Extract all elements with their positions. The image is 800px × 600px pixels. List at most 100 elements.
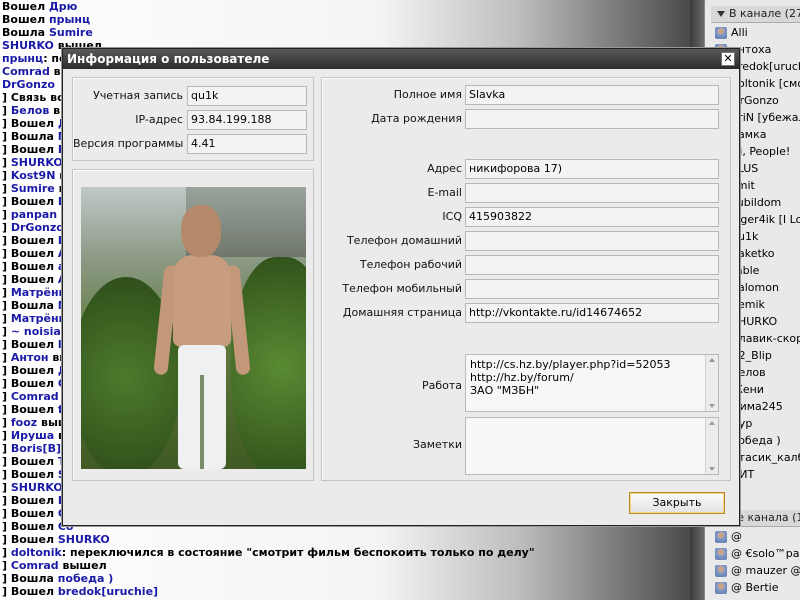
phone-home-label: Телефон домашний (346, 234, 462, 247)
user-list-item[interactable]: @ €solo™pa (715, 545, 800, 562)
close-button[interactable]: Закрыть (629, 492, 725, 514)
chat-nick[interactable]: Kost9N (11, 169, 56, 182)
chat-text: ] (2, 390, 11, 403)
phone-mobile-label: Телефон мобильный (342, 282, 462, 295)
user-list-item[interactable]: Alli (715, 24, 800, 41)
chat-text: ] Вошла (2, 572, 58, 585)
work-label: Работа (421, 379, 462, 392)
chat-nick[interactable]: Sumire (11, 182, 55, 195)
notes-label: Заметки (412, 438, 462, 451)
icq-field[interactable]: 415903822 (465, 207, 719, 227)
chat-nick[interactable]: Дрю (49, 0, 77, 13)
user-list-item[interactable]: @ (715, 528, 800, 545)
work-scrollbar[interactable] (705, 355, 718, 411)
chat-nick[interactable]: Comrad (2, 65, 50, 78)
user-avatar-icon (715, 565, 727, 577)
chat-nick[interactable]: SHURKO (11, 156, 63, 169)
chat-nick[interactable]: DrGonzo (11, 221, 64, 234)
chat-text: ] Вошел (2, 234, 58, 247)
chat-nick[interactable]: Sumire (49, 26, 93, 39)
chat-text: ] (2, 481, 11, 494)
close-icon[interactable]: ✕ (721, 52, 735, 66)
chat-text: ] Вошел (2, 455, 58, 468)
phone-mobile-field[interactable] (465, 279, 719, 299)
address-field[interactable]: никифорова 17) (465, 159, 719, 179)
chat-nick[interactable]: doltonik (11, 546, 62, 559)
user-list-item[interactable]: @ Bertie (715, 579, 800, 596)
chat-text: ] (2, 156, 11, 169)
scroll-up-icon[interactable] (709, 358, 715, 362)
chat-text: ] (2, 429, 11, 442)
chat-nick[interactable]: bredok[uruchie] (58, 585, 158, 598)
chat-text: Вошел (2, 0, 49, 13)
chat-text: Вошла (2, 26, 49, 39)
address-label: Адрес (427, 162, 462, 175)
homepage-label: Домашняя страница (342, 306, 462, 319)
full-name-field[interactable]: Slavka (465, 85, 719, 105)
chat-text: ] Вошел (2, 403, 58, 416)
chat-line: ] Вошел bredok[uruchie] (0, 585, 690, 598)
chat-text: ] (2, 325, 11, 338)
birth-date-field[interactable] (465, 109, 719, 129)
notes-scrollbar[interactable] (705, 418, 718, 474)
chat-nick[interactable]: DrGonzo (2, 78, 55, 91)
out-channel-list: @ @ €solo™pa @ mauzer @ @ Bertie (715, 528, 800, 596)
email-label: E-mail (427, 186, 463, 199)
chat-nick[interactable]: Comrad (11, 390, 59, 403)
chat-text: ] Вошел (2, 377, 58, 390)
chat-text: ] Вошел (2, 260, 58, 273)
chat-nick[interactable]: SHURKO (2, 39, 54, 52)
chat-line: ] Comrad вышел (0, 559, 690, 572)
phone-home-field[interactable] (465, 231, 719, 251)
scroll-down-icon[interactable] (709, 404, 715, 408)
user-avatar-icon (715, 582, 727, 594)
ip-label: IP-адрес (135, 113, 183, 126)
version-label: Версия программы (73, 137, 184, 150)
chat-text: ] (2, 351, 11, 364)
user-name: @ €solo™pa (731, 547, 800, 560)
version-field[interactable]: 4.41 (187, 134, 307, 154)
account-label: Учетная запись (93, 89, 183, 102)
chat-text: ] Вошел (2, 247, 58, 260)
chat-text: ] Вошел (2, 520, 58, 533)
dialog-titlebar[interactable]: Информация о пользователе ✕ (63, 49, 739, 69)
phone-work-label: Телефон рабочий (359, 258, 462, 271)
chat-text: Вошел (2, 13, 49, 26)
chat-text: ] (2, 312, 11, 325)
collapse-triangle-icon (717, 11, 725, 17)
chat-nick[interactable]: ~ noisia (11, 325, 61, 338)
chat-nick[interactable]: победа ) (58, 572, 113, 585)
user-name: Alli (731, 26, 748, 39)
scroll-up-icon[interactable] (709, 421, 715, 425)
chat-nick[interactable]: panpan (11, 208, 57, 221)
chat-nick[interactable]: прынц (2, 52, 43, 65)
chat-nick[interactable]: Матрёнк (11, 286, 66, 299)
scroll-down-icon[interactable] (709, 467, 715, 471)
chat-nick[interactable]: прынц (49, 13, 90, 26)
chat-text: ] Вошел (2, 585, 58, 598)
chat-nick[interactable]: Матрёнк (11, 312, 66, 325)
email-field[interactable] (465, 183, 719, 203)
in-channel-header[interactable]: В канале (27) (711, 6, 800, 23)
chat-nick[interactable]: fooz (11, 416, 37, 429)
chat-nick[interactable]: Ируша (11, 429, 54, 442)
chat-nick[interactable]: Boris[B] (11, 442, 61, 455)
account-field[interactable]: qu1k (187, 86, 307, 106)
chat-text: ] Вошел (2, 468, 58, 481)
chat-text: ] (2, 442, 11, 455)
chat-nick[interactable]: SHURKO (11, 481, 63, 494)
chat-nick[interactable]: Comrad (11, 559, 59, 572)
notes-textarea[interactable] (465, 417, 719, 475)
chat-line: ] doltonik: переключился в состояние "см… (0, 546, 690, 559)
user-list-item[interactable]: @ mauzer @ (715, 562, 800, 579)
user-name: Стасик_калб (731, 451, 800, 464)
work-textarea[interactable]: http://cs.hz.by/player.php?id=52053 http… (465, 354, 719, 412)
user-name: Славик-скоро (731, 332, 800, 345)
homepage-field[interactable]: http://vkontakte.ru/id14674652 (465, 303, 719, 323)
ip-field[interactable]: 93.84.199.188 (187, 110, 307, 130)
chat-nick[interactable]: Антон (11, 351, 49, 364)
chat-text: ] Вошел (2, 117, 58, 130)
chat-nick[interactable]: SHURKO (58, 533, 110, 546)
phone-work-field[interactable] (465, 255, 719, 275)
chat-nick[interactable]: Белов (11, 104, 49, 117)
